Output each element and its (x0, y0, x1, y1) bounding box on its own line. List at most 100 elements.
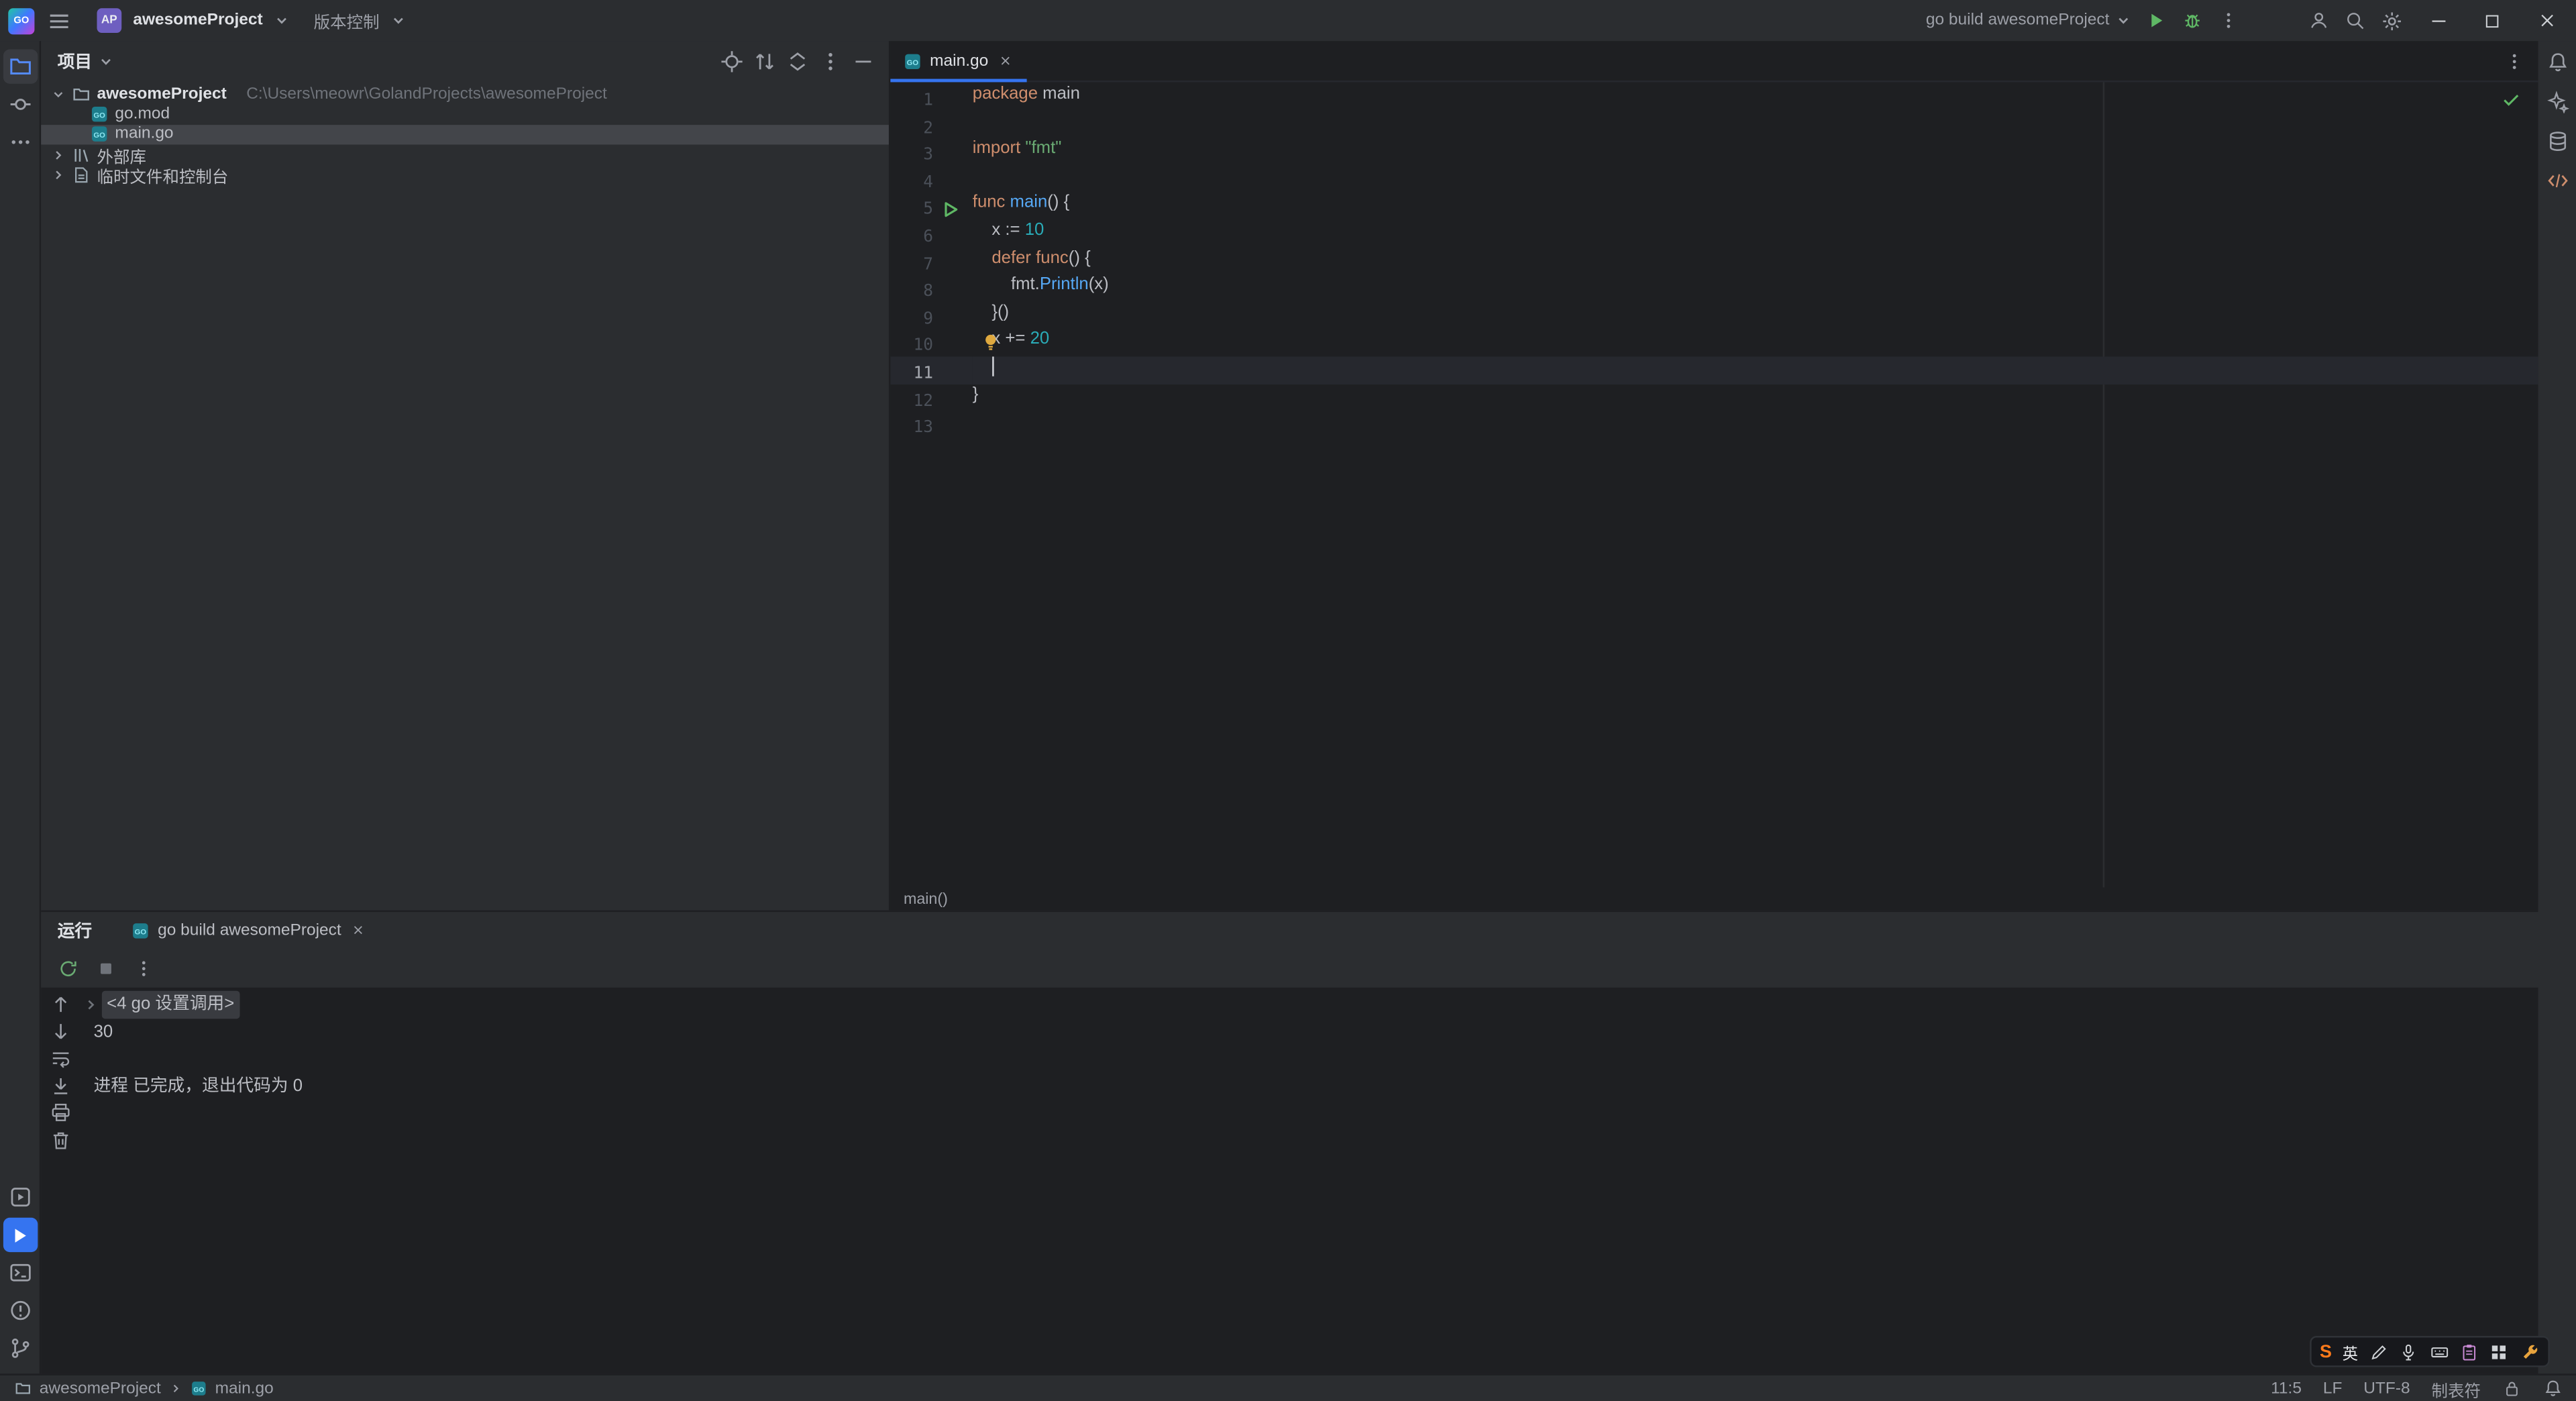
tab-options-button[interactable] (2504, 50, 2525, 72)
status-crumb-file[interactable]: main.go (215, 1380, 274, 1398)
console-next-button[interactable] (49, 1020, 72, 1043)
run-main-gutter-icon[interactable] (941, 197, 959, 217)
run-console[interactable]: <4 go 设置调用> 30 进程 已完成，退出代码为 0 (84, 990, 2538, 1374)
console-prev-button[interactable] (49, 992, 72, 1015)
gutter-line-1[interactable]: 1 (890, 84, 972, 111)
editor-code[interactable]: package main import "fmt" func main() { x … (972, 82, 2538, 887)
gutter-line-12[interactable]: 12 (890, 384, 972, 411)
goland-logo-icon[interactable]: GO (8, 7, 35, 34)
inspections-ok-icon[interactable] (2500, 89, 2522, 110)
gutter-line-8[interactable]: 8 (890, 274, 972, 302)
vcs-widget[interactable]: 版本控制 (314, 8, 380, 33)
editor-body[interactable]: 1 2 3 4 5 6 7 8 9 10 11 12 13 package main import "fm… (890, 82, 2538, 888)
gutter-line-11[interactable]: 11 (890, 356, 973, 384)
tree-item--[interactable]: 外部库 (41, 145, 889, 165)
code-line-8[interactable]: fmt.Println(x) (973, 274, 2538, 302)
gutter-line-4[interactable]: 4 (890, 166, 972, 193)
ime-settings-button[interactable] (2520, 1342, 2540, 1361)
code-line-4[interactable] (973, 166, 2538, 193)
code-line-7[interactable]: defer func() { (973, 248, 2538, 275)
run-button[interactable] (2145, 10, 2167, 32)
commit-tool-button[interactable] (3, 87, 37, 121)
user-account-button[interactable] (2308, 10, 2330, 32)
scroll-to-end-button[interactable] (49, 1074, 72, 1096)
project-tool-button[interactable] (2, 49, 38, 84)
fold-chevron-icon[interactable] (84, 997, 99, 1012)
close-run-tab-button[interactable] (350, 922, 366, 938)
minimize-button[interactable] (2418, 0, 2458, 41)
run-panel-title[interactable]: 运行 (58, 918, 92, 943)
virtual-keyboard-button[interactable] (2429, 1342, 2449, 1361)
tree-item-go.mod[interactable]: GO go.mod (41, 104, 889, 124)
debug-button[interactable] (2182, 10, 2203, 32)
stop-button[interactable] (95, 957, 117, 979)
mic-button[interactable] (2399, 1342, 2418, 1361)
hide-panel-button[interactable] (851, 48, 876, 73)
tab-main-go[interactable]: GO main.go (890, 40, 1026, 82)
code-line-13[interactable] (973, 411, 2538, 439)
editor-gutter[interactable]: 1 2 3 4 5 6 7 8 9 10 11 12 13 (890, 82, 973, 887)
readonly-lock-button[interactable] (2502, 1379, 2522, 1398)
gutter-line-7[interactable]: 7 (890, 248, 972, 275)
terminal-tool-button[interactable] (3, 1255, 37, 1290)
run-config-selector[interactable]: go build awesomeProject (1926, 11, 2131, 30)
gutter-line-2[interactable]: 2 (890, 111, 972, 139)
close-tab-button[interactable] (996, 52, 1012, 68)
handwriting-button[interactable] (2369, 1342, 2388, 1361)
run-options-button[interactable] (133, 957, 154, 979)
panel-options-button[interactable] (818, 48, 843, 73)
run-tab[interactable]: GO go build awesomeProject (121, 912, 376, 948)
code-line-6[interactable]: x := 10 (973, 220, 2538, 248)
encoding-widget[interactable]: UTF-8 (2363, 1380, 2410, 1398)
main-menu-icon[interactable] (46, 7, 72, 34)
code-line-12[interactable]: } (973, 384, 2538, 411)
code-line-1[interactable]: package main (973, 84, 2538, 111)
settings-button[interactable] (2381, 9, 2404, 32)
project-title-chevron-icon[interactable] (99, 54, 113, 68)
tree-item--[interactable]: 临时文件和控制台 (41, 165, 889, 186)
status-notifications-button[interactable] (2543, 1379, 2563, 1398)
database-button[interactable] (2546, 129, 2569, 152)
select-opened-file-button[interactable] (720, 48, 745, 73)
services-tool-button[interactable] (3, 1180, 37, 1214)
console-fold-placeholder[interactable]: <4 go 设置调用> (101, 990, 239, 1019)
code-line-5[interactable]: func main() { (973, 193, 2538, 220)
run-tool-button[interactable] (2, 1217, 38, 1253)
indent-widget[interactable]: 制表符 (2431, 1376, 2480, 1401)
more-tool-windows-button[interactable] (3, 125, 37, 159)
search-everywhere-button[interactable] (2345, 10, 2366, 32)
tree-item-main.go[interactable]: GO main.go (41, 124, 889, 145)
more-actions-button[interactable] (2218, 10, 2239, 32)
gutter-line-6[interactable]: 6 (890, 220, 972, 248)
project-name[interactable]: awesomeProject (133, 11, 262, 30)
chevron-right-icon[interactable] (51, 148, 66, 162)
code-line-11[interactable] (972, 356, 2538, 384)
soft-wrap-button[interactable] (49, 1047, 72, 1070)
ime-mode-button[interactable]: 英 (2343, 1340, 2358, 1363)
project-badge[interactable]: AP (97, 8, 122, 33)
problems-tool-button[interactable] (3, 1293, 37, 1327)
toolbox-button[interactable] (2489, 1342, 2509, 1361)
caret-position-widget[interactable]: 11:5 (2271, 1380, 2302, 1398)
chevron-down-icon[interactable] (51, 87, 66, 101)
gutter-line-13[interactable]: 13 (890, 411, 972, 439)
line-separator-widget[interactable]: LF (2323, 1380, 2343, 1398)
rerun-button[interactable] (58, 957, 79, 979)
status-crumb-project[interactable]: awesomeProject (40, 1380, 161, 1398)
breadcrumb-function[interactable]: main() (904, 890, 948, 908)
clipboard-button[interactable] (2459, 1342, 2479, 1361)
code-line-9[interactable]: }() (973, 302, 2538, 329)
project-panel-title[interactable]: 项目 (58, 48, 92, 73)
print-console-button[interactable] (49, 1101, 72, 1124)
gutter-line-10[interactable]: 10 (890, 329, 972, 357)
maximize-button[interactable] (2473, 0, 2512, 41)
code-line-10[interactable]: x += 20 (973, 329, 2538, 357)
endpoints-button[interactable] (2546, 169, 2569, 192)
code-line-2[interactable] (973, 111, 2538, 139)
collapse-all-button[interactable] (786, 48, 810, 73)
close-button[interactable] (2527, 0, 2567, 41)
clear-console-button[interactable] (49, 1128, 72, 1151)
version-control-tool-button[interactable] (3, 1331, 37, 1365)
ai-assistant-button[interactable] (2546, 91, 2569, 113)
gutter-line-3[interactable]: 3 (890, 138, 972, 166)
